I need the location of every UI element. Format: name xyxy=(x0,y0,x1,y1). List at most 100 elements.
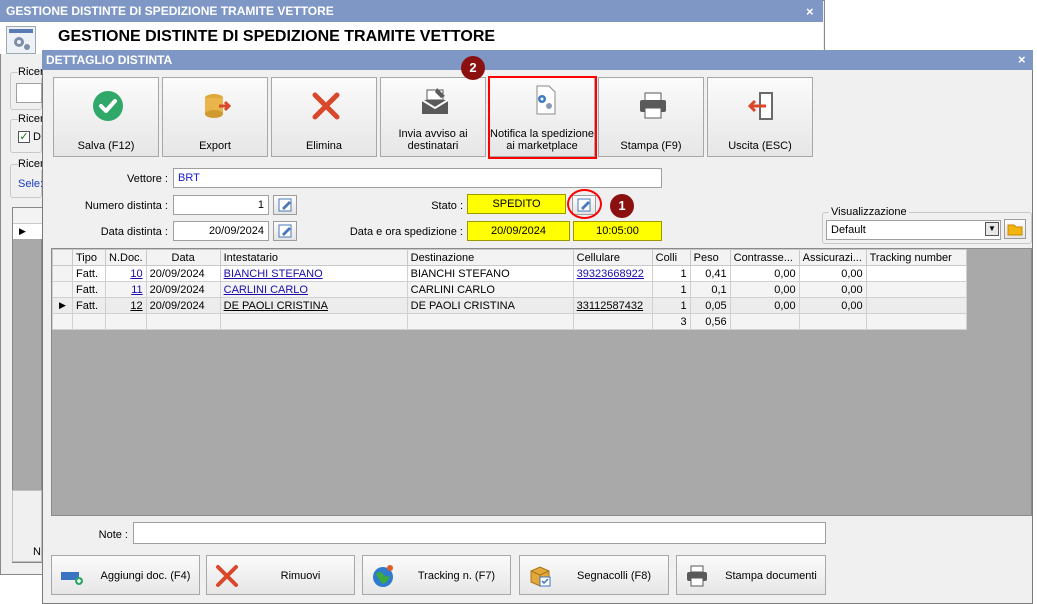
col-tracking[interactable]: Tracking number xyxy=(865,249,967,266)
back-window-close-button[interactable]: × xyxy=(806,4,814,19)
add-doc-button-label: Aggiungi doc. (F4) xyxy=(100,570,191,582)
cell-empty xyxy=(219,313,408,330)
visualizzazione-value: Default xyxy=(831,224,866,236)
cell-contrassegno: 0,00 xyxy=(729,281,800,298)
intestatario-link[interactable]: CARLINI CARLO xyxy=(224,284,308,296)
detail-window-close-button[interactable]: × xyxy=(1018,52,1026,67)
back-window-title: GESTIONE DISTINTE DI SPEDIZIONE TRAMITE … xyxy=(0,0,823,22)
edit-data-button[interactable] xyxy=(273,221,297,241)
tracking-button-label: Tracking n. (F7) xyxy=(417,570,496,582)
table-row[interactable]: Fatt. 10 20/09/2024 BIANCHI STEFANO BIAN… xyxy=(52,265,967,282)
col-ndoc[interactable]: N.Doc. xyxy=(105,249,147,266)
highlight-box xyxy=(488,76,597,159)
ndoc-link[interactable]: 11 xyxy=(131,284,142,296)
documents-grid: Tipo N.Doc. Data Intestatario Destinazio… xyxy=(52,249,967,330)
cell-cellulare[interactable]: 39323668922 xyxy=(572,265,653,282)
print-documents-button[interactable]: Stampa documenti xyxy=(676,555,826,595)
col-tipo[interactable]: Tipo xyxy=(72,249,106,266)
export-button[interactable]: Export xyxy=(162,77,268,157)
note-field[interactable] xyxy=(133,522,826,544)
col-peso[interactable]: Peso xyxy=(689,249,731,266)
back-select-value[interactable]: Sele: xyxy=(18,178,43,190)
col-assicurazione[interactable]: Assicurazi... xyxy=(798,249,867,266)
segnacolli-button[interactable]: Segnacolli (F8) xyxy=(519,555,669,595)
cell-ndoc[interactable]: 10 xyxy=(105,265,147,282)
cell-cellulare[interactable]: 33112587432 xyxy=(572,297,653,314)
cell-data: 20/09/2024 xyxy=(145,281,221,298)
cell-intestatario[interactable]: DE PAOLI CRISTINA xyxy=(219,297,408,314)
intestatario-link[interactable]: BIANCHI STEFANO xyxy=(224,268,323,280)
row-header-corner xyxy=(52,249,73,266)
ora-spedizione-field[interactable]: 10:05:00 xyxy=(573,221,662,241)
cell-ndoc[interactable]: 12 xyxy=(105,297,147,314)
remove-button-label: Rimuovi xyxy=(280,570,321,582)
cell-cellulare[interactable] xyxy=(572,281,653,298)
intestatario-link[interactable]: DE PAOLI CRISTINA xyxy=(224,300,328,312)
back-search-input-1[interactable] xyxy=(16,83,42,103)
cell-colli: 1 xyxy=(651,281,691,298)
back-grid-header xyxy=(13,208,42,224)
row-header[interactable] xyxy=(52,265,73,282)
numero-distinta-field[interactable]: 1 xyxy=(173,195,269,215)
back-search-group-2-label: Ricer xyxy=(18,113,44,125)
cell-colli: 1 xyxy=(651,297,691,314)
stato-field: SPEDITO xyxy=(467,194,566,214)
col-data[interactable]: Data xyxy=(145,249,221,266)
cell-assicurazione: 0,00 xyxy=(798,297,867,314)
col-cellulare[interactable]: Cellulare xyxy=(572,249,653,266)
visualizzazione-select[interactable]: Default xyxy=(826,220,1001,240)
cell-ndoc[interactable]: 11 xyxy=(105,281,147,298)
col-intestatario[interactable]: Intestatario xyxy=(219,249,408,266)
data-distinta-field[interactable]: 20/09/2024 xyxy=(173,221,269,241)
cellulare-link[interactable]: 33112587432 xyxy=(577,300,643,312)
data-spedizione-field[interactable]: 20/09/2024 xyxy=(467,221,570,241)
cell-tipo: Fatt. xyxy=(72,281,106,298)
vettore-field[interactable]: BRT xyxy=(173,168,662,188)
exit-button[interactable]: Uscita (ESC) xyxy=(707,77,813,157)
vettore-label: Vettore : xyxy=(127,173,168,185)
cell-empty xyxy=(865,313,967,330)
col-colli[interactable]: Colli xyxy=(651,249,691,266)
table-row-selected[interactable]: ▶ Fatt. 12 20/09/2024 DE PAOLI CRISTINA … xyxy=(52,297,967,314)
detail-window-title: DETTAGLIO DISTINTA xyxy=(42,50,1033,70)
cell-destinazione: DE PAOLI CRISTINA xyxy=(406,297,574,314)
edit-numero-button[interactable] xyxy=(273,195,297,215)
totals-row: 3 0,56 xyxy=(52,313,967,330)
print-button[interactable]: Stampa (F9) xyxy=(598,77,704,157)
tracking-button[interactable]: Tracking n. (F7) xyxy=(362,555,511,595)
cellulare-link[interactable]: 39323668922 xyxy=(577,268,644,280)
chevron-down-icon[interactable]: ▼ xyxy=(985,222,999,236)
ndoc-link[interactable]: 12 xyxy=(130,300,142,312)
back-search-group-1-label: Ricer xyxy=(18,66,44,78)
back-checkbox[interactable]: ✓ xyxy=(18,131,30,143)
check-icon xyxy=(93,91,123,121)
cell-empty xyxy=(798,313,867,330)
col-destinazione[interactable]: Destinazione xyxy=(406,249,574,266)
delete-button[interactable]: Elimina xyxy=(271,77,377,157)
col-contrassegno[interactable]: Contrasse... xyxy=(729,249,800,266)
ndoc-link[interactable]: 10 xyxy=(130,268,142,280)
folder-icon xyxy=(1007,224,1023,236)
cell-colli: 1 xyxy=(651,265,691,282)
row-selected-marker[interactable]: ▶ xyxy=(52,297,73,314)
table-row[interactable]: Fatt. 11 20/09/2024 CARLINI CARLO CARLIN… xyxy=(52,281,967,298)
send-notice-button[interactable]: Invia avviso ai destinatari xyxy=(380,77,486,157)
add-doc-button[interactable]: Aggiungi doc. (F4) xyxy=(51,555,200,595)
save-button-label: Salva (F12) xyxy=(77,140,135,152)
cell-intestatario[interactable]: CARLINI CARLO xyxy=(219,281,408,298)
open-view-button[interactable] xyxy=(1004,219,1026,239)
remove-button[interactable]: Rimuovi xyxy=(206,555,355,595)
cell-assicurazione: 0,00 xyxy=(798,265,867,282)
cell-peso: 0,41 xyxy=(689,265,731,282)
save-button[interactable]: Salva (F12) xyxy=(53,77,159,157)
cell-intestatario[interactable]: BIANCHI STEFANO xyxy=(219,265,408,282)
delete-button-label: Elimina xyxy=(305,140,343,152)
visualizzazione-label: Visualizzazione xyxy=(829,206,909,218)
row-header[interactable] xyxy=(52,281,73,298)
back-grid-row[interactable]: ▶ xyxy=(13,224,42,239)
back-window-heading: GESTIONE DISTINTE DI SPEDIZIONE TRAMITE … xyxy=(58,28,496,45)
delete-icon xyxy=(312,92,340,120)
export-button-label: Export xyxy=(199,140,231,152)
cell-tracking xyxy=(865,265,967,282)
cell-tracking xyxy=(865,281,967,298)
